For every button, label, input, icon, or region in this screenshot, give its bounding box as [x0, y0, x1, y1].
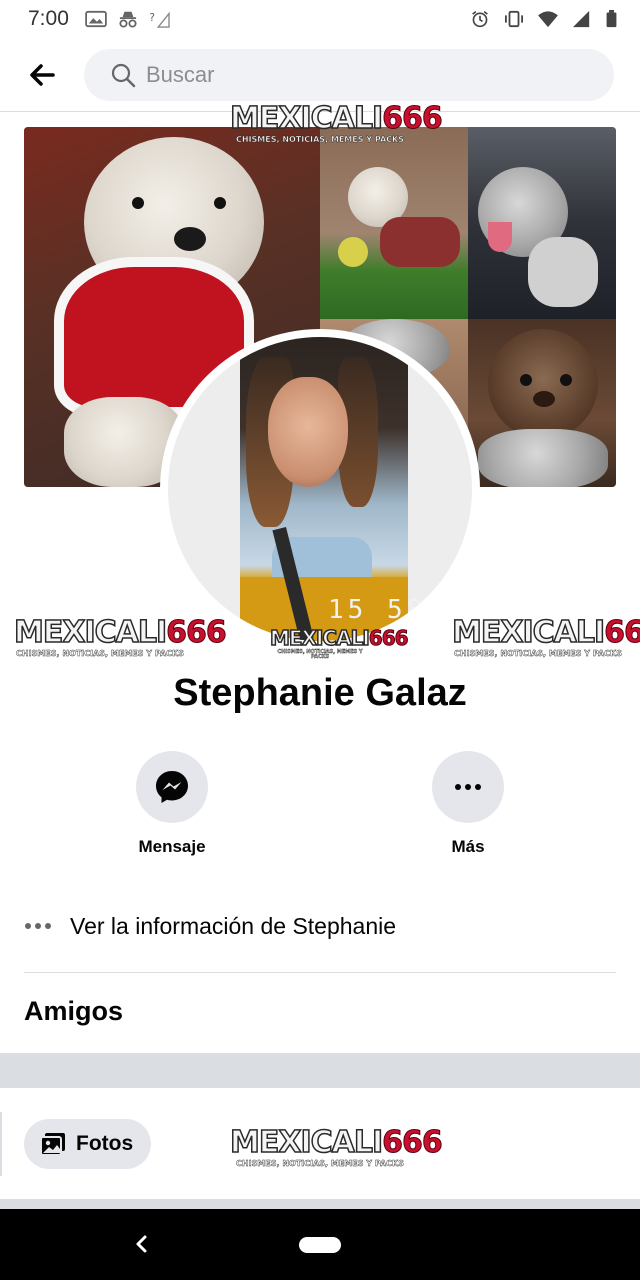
profile-name: Stephanie Galaz [173, 672, 467, 714]
battery-icon [606, 10, 617, 28]
cover-tile-dog-grass [320, 127, 468, 319]
scroll-edge [0, 1112, 2, 1176]
watermark-bottom: MEXICALI666 CHISMES, NOTICIAS, MEMES Y P… [229, 1125, 443, 1168]
watermark-right: MEXICALI666 CHISMES, NOTICIAS, MEMES Y P… [451, 615, 640, 658]
back-button[interactable] [0, 38, 84, 112]
message-button-label: Mensaje [138, 837, 206, 856]
nav-home-button[interactable] [299, 1237, 341, 1253]
cover-tile-dog-car [468, 127, 616, 319]
incognito-icon [119, 11, 137, 28]
photos-button-label: Fotos [76, 1132, 134, 1155]
photos-icon [40, 1133, 65, 1156]
nav-back-icon [136, 1235, 147, 1253]
message-button[interactable]: Mensaje [112, 751, 232, 857]
watermark-top: MEXICALI666 CHISMES, NOTICIAS, MEMES Y P… [229, 101, 443, 144]
avatar-clock-text: 15 58 [328, 595, 427, 625]
status-left-icons: ? [85, 10, 171, 28]
search-bar[interactable] [84, 48, 614, 101]
cell-signal-icon [573, 10, 590, 28]
gallery-icon [85, 10, 107, 28]
watermark-avatar: MEXICALI666 CHISMES, NOTICIAS, MEMES Y P… [269, 626, 409, 660]
no-signal-icon: ? [149, 11, 170, 28]
more-icon [455, 784, 481, 790]
status-bar: 7:00 ? [0, 0, 640, 38]
alarm-icon [472, 10, 488, 28]
search-input[interactable] [146, 61, 566, 88]
messenger-icon [156, 771, 188, 803]
profile-picture-ring[interactable]: 15 58 [160, 329, 480, 649]
section-separator [0, 1053, 640, 1088]
friends-section-title: Amigos [24, 996, 124, 1026]
cover-tile-brown-dog [468, 319, 616, 487]
status-time: 7:00 [28, 7, 69, 30]
profile-picture[interactable]: 15 58 [168, 337, 472, 641]
wifi-icon [538, 11, 558, 28]
bottom-separator [0, 1199, 640, 1209]
status-right-icons [469, 10, 618, 28]
more-button-label: Más [451, 837, 485, 856]
photos-button[interactable]: Fotos [24, 1119, 152, 1169]
vibrate-icon [505, 10, 523, 28]
nav-back-button[interactable] [126, 1229, 156, 1259]
navigation-bar [0, 1209, 640, 1280]
see-info-row[interactable]: Ver la información de Stephanie [24, 900, 616, 952]
message-button-circle[interactable] [136, 751, 208, 823]
more-button-circle[interactable] [432, 751, 504, 823]
watermark-left: MEXICALI666 CHISMES, NOTICIAS, MEMES Y P… [13, 615, 227, 658]
search-icon [111, 63, 136, 87]
svg-text:?: ? [149, 11, 155, 24]
divider [24, 972, 616, 973]
more-button[interactable]: Más [408, 751, 528, 857]
see-info-text: Ver la información de Stephanie [70, 912, 397, 939]
more-horizontal-icon [25, 923, 51, 929]
arrow-left-icon [30, 63, 55, 86]
